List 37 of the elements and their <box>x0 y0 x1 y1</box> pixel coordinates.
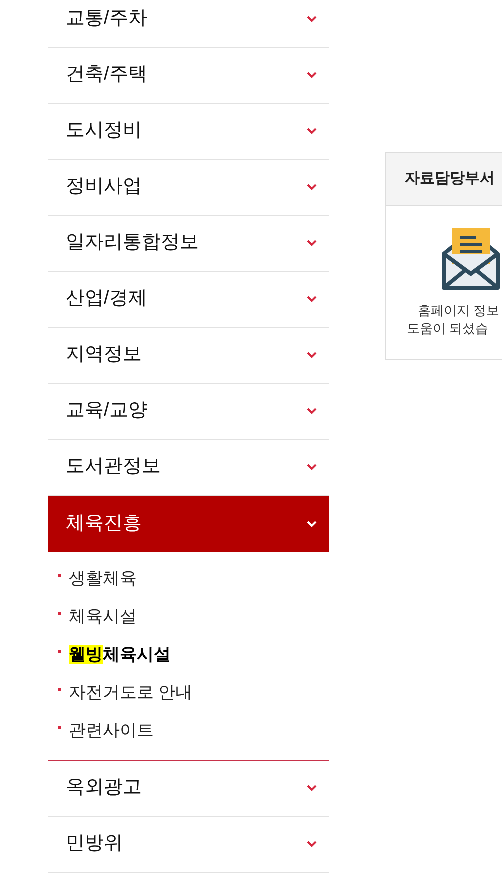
feedback-text: 홈페이지 정보 <box>417 302 500 320</box>
menu-item[interactable]: 민방위 <box>48 817 329 873</box>
chevron-icon <box>307 352 317 359</box>
menu-item[interactable]: 정비사업 <box>48 160 329 216</box>
bullet-icon <box>58 688 61 690</box>
menu-item[interactable]: 체육진흥 <box>48 496 329 552</box>
chevron-icon <box>307 520 317 528</box>
chevron-icon <box>307 408 317 415</box>
chevron-icon <box>307 16 317 23</box>
chevron-icon <box>307 128 317 135</box>
submenu-item[interactable]: 체육시설 <box>69 604 137 630</box>
menu-item[interactable]: 교통/주차 <box>48 0 329 48</box>
chevron-icon <box>307 785 317 792</box>
bullet-icon <box>58 612 61 614</box>
bullet-icon <box>58 574 61 576</box>
chevron-icon <box>307 841 317 848</box>
menu-item[interactable]: 산업/경제 <box>48 272 329 328</box>
submenu-item[interactable]: 웰빙체육시설 <box>69 642 171 668</box>
submenu-item[interactable]: 관련사이트 <box>69 718 154 744</box>
submenu-item[interactable]: 생활체육 <box>69 566 137 592</box>
feedback-text: 도움이 되셨습 <box>406 320 489 338</box>
submenu-item[interactable]: 자전거도로 안내 <box>69 680 193 706</box>
chevron-icon <box>307 240 317 247</box>
feedback-title: 자료담당부서 <box>405 168 495 189</box>
menu-item[interactable]: 옥외광고 <box>48 761 329 817</box>
bullet-icon <box>58 726 61 728</box>
menu-item[interactable]: 일자리통합정보 <box>48 216 329 272</box>
envelope-icon <box>442 226 500 290</box>
chevron-icon <box>307 464 317 471</box>
chevron-icon <box>307 296 317 303</box>
menu-item[interactable]: 건축/주택 <box>48 48 329 104</box>
chevron-icon <box>307 72 317 79</box>
chevron-icon <box>307 184 317 191</box>
menu-item[interactable]: 도시정비 <box>48 104 329 160</box>
menu-item[interactable]: 지역정보 <box>48 328 329 384</box>
bullet-icon <box>58 650 61 652</box>
menu-item[interactable]: 교육/교양 <box>48 384 329 440</box>
